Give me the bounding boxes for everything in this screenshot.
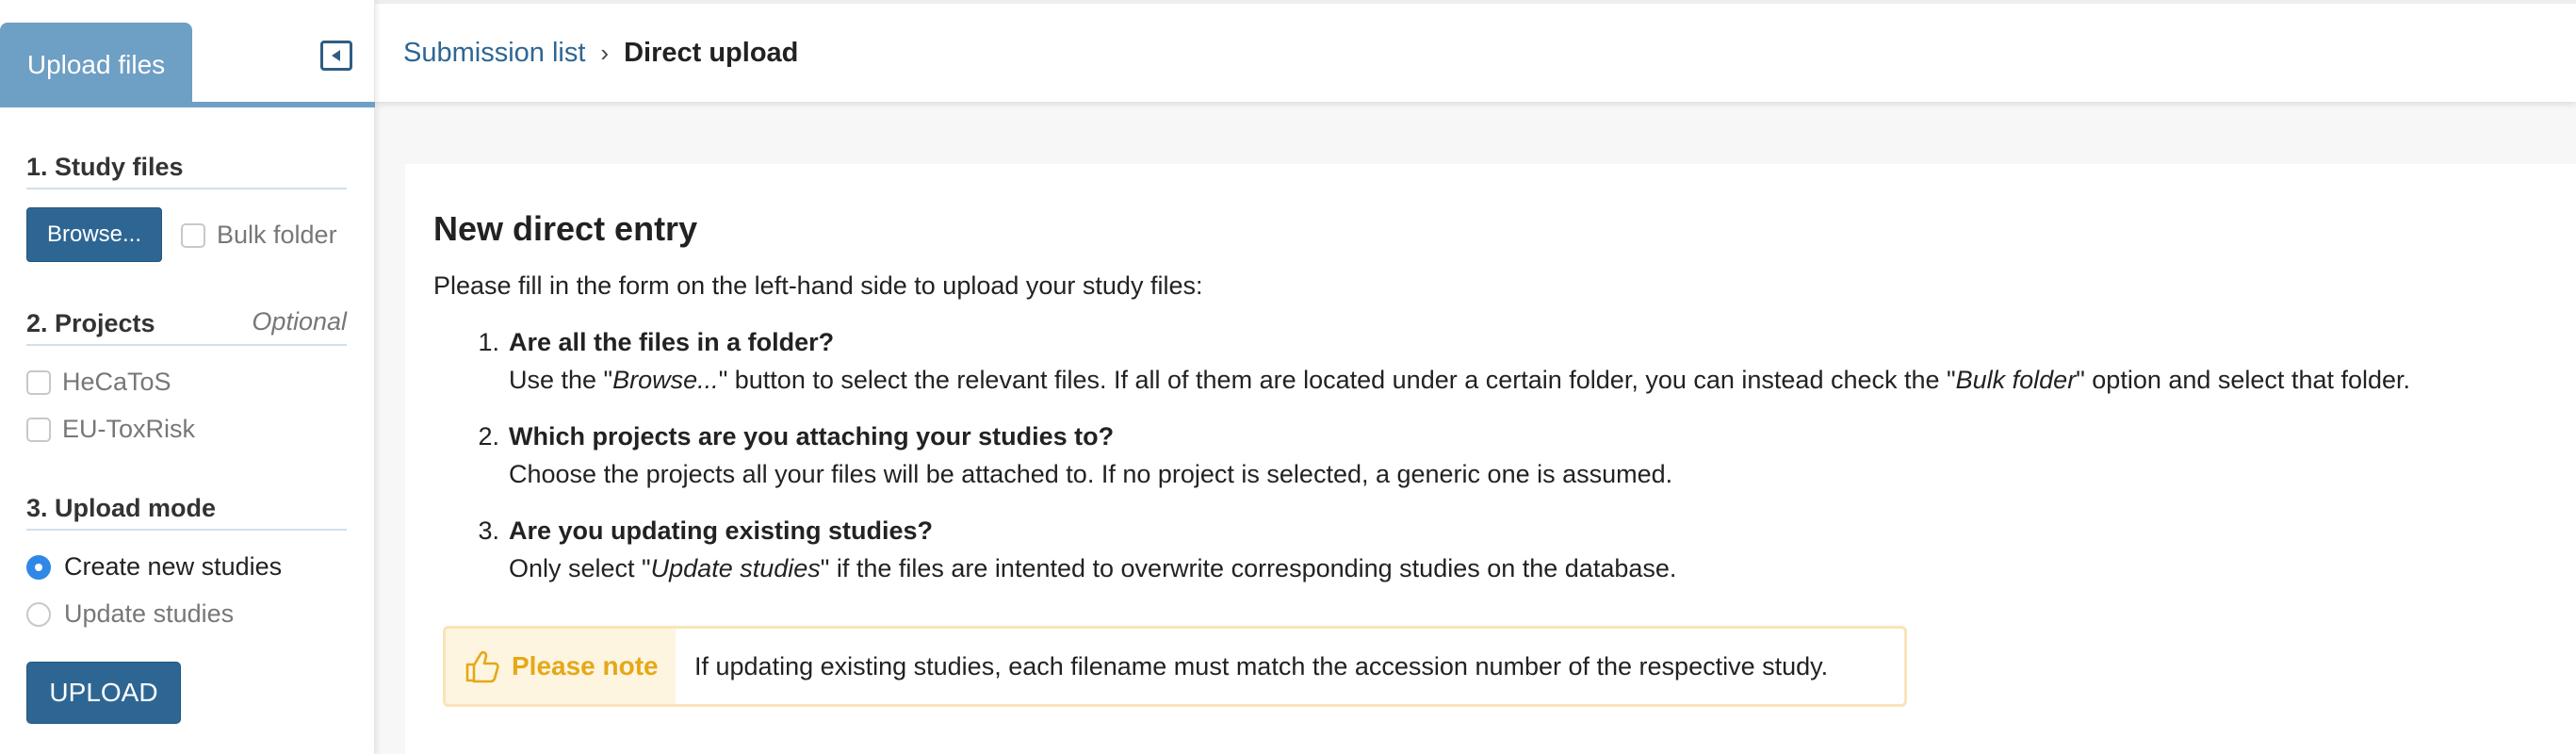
breadcrumb-current: Direct upload <box>624 37 799 68</box>
step-description-text: " option and select that folder. <box>2076 366 2411 394</box>
breadcrumb: Submission list › Direct upload <box>375 0 2576 102</box>
breadcrumb-link-submission-list[interactable]: Submission list <box>403 38 585 69</box>
project-label-eu-toxrisk: EU-ToxRisk <box>62 415 196 443</box>
project-checkbox-row-hecatos[interactable]: HeCaToS <box>26 368 171 397</box>
project-checkbox-row-eu-toxrisk[interactable]: EU-ToxRisk <box>26 415 195 444</box>
tab-upload-files-label: Upload files <box>26 50 166 79</box>
note-label-box: Please note <box>446 629 676 704</box>
bulk-folder-label: Bulk folder <box>217 221 337 249</box>
section-title-study-files: 1. Study files <box>26 153 347 189</box>
step-description-text: Use the " <box>509 366 613 394</box>
bulk-folder-checkbox[interactable] <box>181 222 205 248</box>
intro-text: Please fill in the form on the left-hand… <box>433 271 1203 300</box>
browse-button[interactable]: Browse... <box>26 207 162 262</box>
project-checkbox-hecatos[interactable] <box>26 369 51 395</box>
step-question: Are all the files in a folder? <box>509 328 835 356</box>
collapse-left-icon <box>332 50 340 61</box>
please-note-callout: Please note If updating existing studies… <box>443 626 1907 707</box>
note-text: If updating existing studies, each filen… <box>694 651 1829 680</box>
upload-button[interactable]: UPLOAD <box>26 662 181 724</box>
radio-label-update-studies: Update studies <box>64 599 235 628</box>
browse-button-label: Browse... <box>46 221 142 247</box>
radio-row-update-studies[interactable]: Update studies <box>26 599 234 629</box>
collapse-sidebar-button[interactable] <box>320 41 352 71</box>
step-description-text: Only select " <box>509 554 651 582</box>
step-description-emphasis: Update studies <box>650 554 821 582</box>
radio-label-create-new-studies: Create new studies <box>64 552 283 581</box>
tab-upload-files[interactable]: Upload files <box>0 23 192 107</box>
step-number: 1. <box>478 328 499 356</box>
step-description: Choose the projects all your files will … <box>509 460 1673 488</box>
radio-row-create-new-studies[interactable]: Create new studies <box>26 552 282 582</box>
bulk-folder-checkbox-row[interactable]: Bulk folder <box>181 221 337 250</box>
upload-button-label: UPLOAD <box>49 678 158 707</box>
sidebar: Upload files 1. Study files Browse... Bu… <box>0 0 375 754</box>
section-title-study-files-text: 1. Study files <box>26 153 184 181</box>
step-number: 3. <box>478 516 499 545</box>
thumbs-up-pointing-icon <box>465 650 499 683</box>
radio-create-new-studies[interactable] <box>26 554 51 580</box>
section-title-projects: 2. Projects Optional <box>26 307 347 346</box>
step-description-text: " if the files are intented to overwrite… <box>820 554 1677 582</box>
section-title-upload-mode: 3. Upload mode <box>26 494 347 531</box>
breadcrumb-separator-icon: › <box>600 38 610 67</box>
section-title-projects-text: 2. Projects <box>26 309 155 337</box>
step-description-emphasis: Bulk folder <box>1955 366 2077 394</box>
step-description: Use the "Browse..." button to select the… <box>509 366 2410 395</box>
radio-update-studies[interactable] <box>26 601 51 627</box>
step-description-emphasis: Browse... <box>612 366 719 394</box>
step-description: Only select "Update studies" if the file… <box>509 554 1676 583</box>
note-label: Please note <box>512 651 659 680</box>
step-description-text: " button to select the relevant files. I… <box>718 366 1956 394</box>
step-question: Which projects are you attaching your st… <box>509 422 1115 451</box>
sidebar-header: Upload files <box>0 0 375 107</box>
project-label-hecatos: HeCaToS <box>62 368 171 396</box>
section-title-upload-mode-text: 3. Upload mode <box>26 494 217 522</box>
step-question: Are you updating existing studies? <box>509 516 934 545</box>
optional-label: Optional <box>252 307 347 336</box>
project-checkbox-eu-toxrisk[interactable] <box>26 417 51 442</box>
step-number: 2. <box>478 422 499 451</box>
page-title: New direct entry <box>433 209 698 248</box>
